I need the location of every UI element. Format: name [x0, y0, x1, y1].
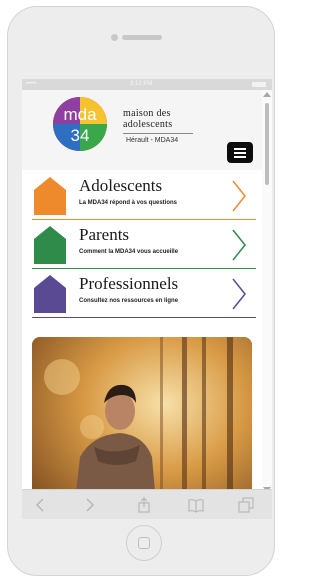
nav-item-adolescents[interactable]: Adolescents La MDA34 répond à vos questi… [32, 171, 256, 220]
org-name: maison des adolescents [123, 108, 173, 130]
home-button[interactable] [126, 525, 162, 561]
bookmarks-icon[interactable] [188, 497, 204, 513]
house-icon [34, 177, 66, 215]
menu-icon-bar [234, 152, 246, 154]
org-divider [123, 133, 193, 134]
carrier-signal: ••••• [26, 81, 37, 87]
menu-icon-bar [234, 148, 246, 150]
back-icon[interactable] [32, 497, 48, 513]
camera-icon [111, 34, 118, 41]
status-time: 3:12 PM [130, 81, 153, 87]
nav-item-title: Professionnels [79, 274, 179, 293]
scrollbar-thumb[interactable] [265, 103, 269, 185]
logo-text-top: mda [63, 105, 97, 124]
logo-text-bottom: 34 [71, 126, 90, 145]
nav-item-professionnels[interactable]: Professionnels Consultez nos ressources … [32, 269, 256, 318]
browser-toolbar [22, 489, 272, 519]
status-bar: ••••• 3:12 PM [22, 79, 272, 90]
menu-icon-bar [234, 156, 246, 158]
browser-screen: ••••• 3:12 PM mda 34 maison des adolesce… [22, 79, 272, 519]
chevron-right-icon [232, 229, 246, 261]
site-header: mda 34 maison des adolescents Hérault - … [22, 90, 262, 170]
forward-icon[interactable] [82, 497, 98, 513]
nav-item-title: Parents [79, 225, 130, 244]
chevron-right-icon [232, 278, 246, 310]
scroll-up-icon[interactable] [263, 92, 271, 97]
house-icon [34, 275, 66, 313]
earpiece [122, 35, 162, 40]
house-icon [34, 226, 66, 264]
home-square-icon [138, 537, 150, 549]
nav-item-subtitle: Comment la MDA34 vous accueille [79, 249, 179, 255]
nav-item-parents[interactable]: Parents Comment la MDA34 vous accueille [32, 220, 256, 269]
menu-button[interactable] [227, 142, 253, 163]
chevron-right-icon [232, 180, 246, 212]
share-icon[interactable] [136, 497, 152, 513]
battery-icon [252, 82, 266, 87]
tabs-icon[interactable] [238, 497, 254, 513]
nav-item-subtitle: La MDA34 répond à vos questions [79, 200, 178, 206]
org-subtitle: Hérault - MDA34 [126, 137, 179, 144]
mda34-logo[interactable]: mda 34 [52, 96, 108, 152]
nav-item-subtitle: Consultez nos ressources en ligne [79, 298, 179, 304]
nav-item-title: Adolescents [79, 176, 163, 195]
